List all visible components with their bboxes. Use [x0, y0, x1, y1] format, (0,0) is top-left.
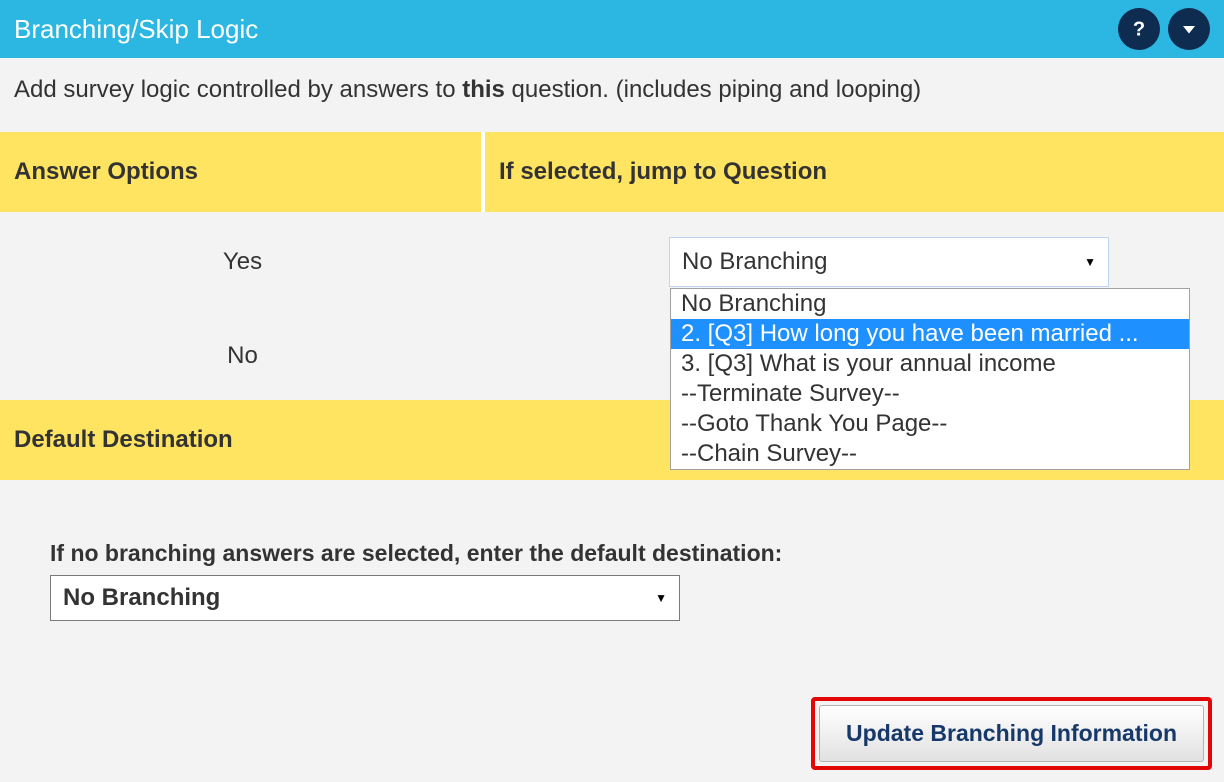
default-section: If no branching answers are selected, en…	[0, 480, 1224, 639]
help-button[interactable]: ?	[1118, 8, 1160, 50]
answer-option-label: Yes	[0, 212, 485, 312]
col-jump-to: If selected, jump to Question	[485, 132, 1224, 212]
help-icon: ?	[1128, 18, 1150, 40]
branch-dropdown: No Branching 2. [Q3] How long you have b…	[670, 288, 1190, 470]
intro-bold: this	[462, 76, 505, 103]
logic-table: Answer Options If selected, jump to Ques…	[0, 132, 1224, 400]
chevron-down-icon	[1180, 20, 1198, 38]
dropdown-option[interactable]: --Goto Thank You Page--	[671, 409, 1189, 439]
intro-suffix: question. (includes piping and looping)	[505, 76, 921, 103]
svg-text:?: ?	[1133, 18, 1145, 40]
dropdown-option[interactable]: --Chain Survey--	[671, 439, 1189, 469]
page-title: Branching/Skip Logic	[14, 14, 258, 45]
select-value: No Branching	[682, 248, 827, 276]
select-value: No Branching	[63, 584, 220, 612]
footer: Update Branching Information	[0, 685, 1224, 782]
col-answer-options: Answer Options	[0, 132, 485, 212]
table-row: Yes No Branching ▼ No Branching 2. [Q3] …	[0, 212, 1224, 312]
header-buttons: ?	[1118, 8, 1210, 50]
answer-option-select-cell: No Branching ▼ No Branching 2. [Q3] How …	[485, 212, 1224, 312]
dropdown-option[interactable]: 3. [Q3] What is your annual income	[671, 349, 1189, 379]
default-destination-select[interactable]: No Branching ▼	[50, 575, 680, 621]
table-header-row: Answer Options If selected, jump to Ques…	[0, 132, 1224, 212]
branch-select-yes[interactable]: No Branching ▼ No Branching 2. [Q3] How …	[669, 237, 1109, 287]
chevron-down-icon: ▼	[1084, 255, 1096, 269]
dropdown-option[interactable]: 2. [Q3] How long you have been married .…	[671, 319, 1189, 349]
chevron-down-icon: ▼	[655, 591, 667, 605]
dropdown-option[interactable]: No Branching	[671, 289, 1189, 319]
answer-option-label: No	[0, 312, 485, 400]
menu-button[interactable]	[1168, 8, 1210, 50]
dropdown-option[interactable]: --Terminate Survey--	[671, 379, 1189, 409]
page-header: Branching/Skip Logic ?	[0, 0, 1224, 58]
update-highlight: Update Branching Information	[811, 697, 1212, 770]
default-destination-label: If no branching answers are selected, en…	[50, 540, 1174, 567]
update-branching-button[interactable]: Update Branching Information	[819, 705, 1204, 762]
intro-prefix: Add survey logic controlled by answers t…	[14, 76, 462, 103]
intro-text: Add survey logic controlled by answers t…	[0, 58, 1224, 132]
